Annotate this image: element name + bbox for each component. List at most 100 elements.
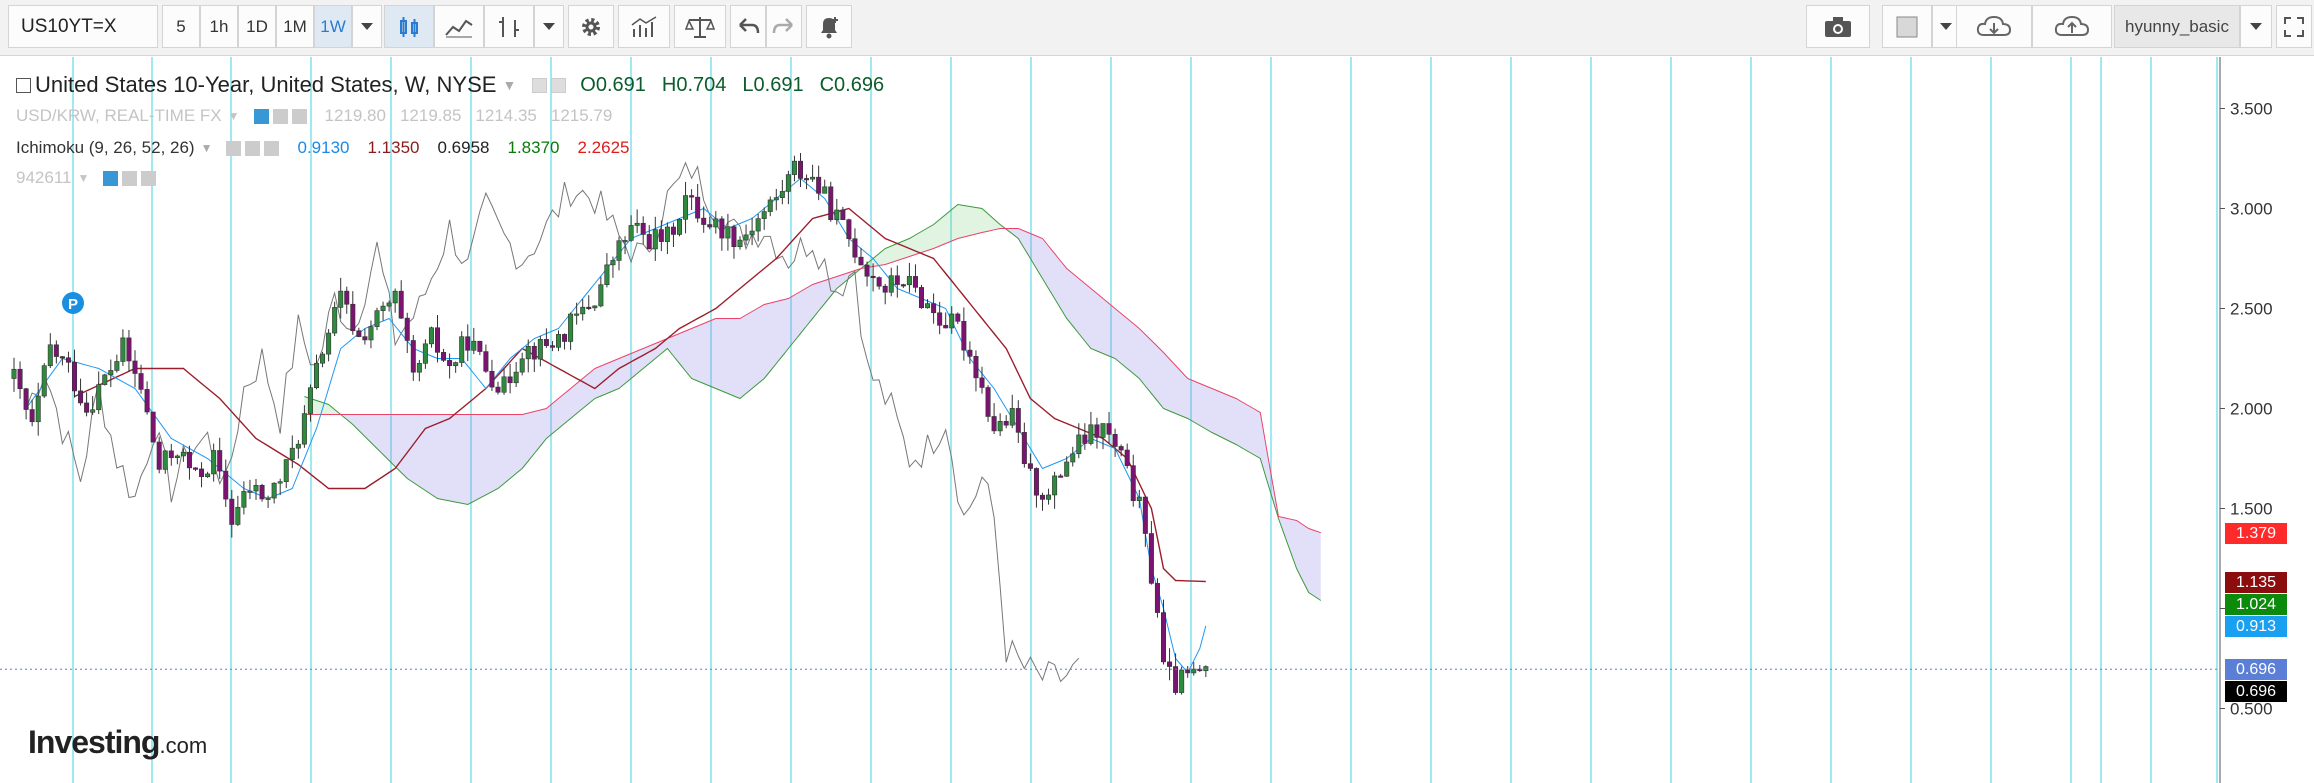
candle (864, 261, 870, 287)
candle (592, 305, 598, 312)
candle (628, 215, 634, 242)
save-chart-button[interactable] (2032, 5, 2112, 48)
interval-1d-button[interactable]: 1D (238, 5, 276, 48)
candle-body (495, 386, 501, 393)
bar-style-button[interactable] (484, 5, 534, 48)
redo-icon (772, 17, 793, 33)
candle (253, 478, 259, 500)
candle-body (749, 230, 755, 236)
user-dropdown-button[interactable] (2240, 5, 2272, 48)
close-icon[interactable] (291, 108, 307, 124)
visibility-icon[interactable] (253, 108, 269, 124)
candle-body (1118, 446, 1124, 451)
candle-body (1052, 475, 1058, 496)
chart-style-dropdown-button[interactable] (534, 5, 564, 48)
settings-icon[interactable] (245, 140, 261, 156)
interval-1h-button[interactable]: 1h (200, 5, 238, 48)
candle (773, 188, 779, 211)
candle (374, 307, 380, 331)
candle-body (459, 336, 465, 363)
interval-dropdown-button[interactable] (352, 5, 382, 48)
candle (53, 340, 59, 364)
candle-body (301, 413, 307, 445)
candle (326, 329, 332, 362)
close-icon[interactable] (141, 170, 157, 186)
candle (767, 196, 773, 217)
candle (1033, 467, 1039, 508)
interval-1m-button[interactable]: 1M (276, 5, 314, 48)
redo-button[interactable] (766, 5, 802, 48)
candle-body (229, 498, 235, 525)
chevron-down-icon (543, 23, 555, 30)
undo-button[interactable] (730, 5, 766, 48)
candle (985, 385, 991, 422)
investing-logo: Investing.com (28, 724, 208, 760)
candlestick-style-button[interactable] (384, 5, 434, 48)
compare-series-legend[interactable]: USD/KRW, REAL-TIME FX ▼ 1219.80 1219.85 … (16, 106, 612, 126)
candle (416, 360, 422, 382)
settings-icon[interactable] (122, 170, 138, 186)
compare-button[interactable] (674, 5, 726, 48)
candle-body (1185, 669, 1191, 674)
color-icon (1896, 16, 1918, 37)
candle (150, 411, 156, 443)
candle-body (447, 360, 453, 367)
chevron-down-icon[interactable]: ▼ (77, 171, 89, 185)
candle (664, 222, 670, 255)
candle-body (598, 284, 604, 307)
symbol-input[interactable]: US10YT=X (8, 5, 158, 48)
candle-body (289, 447, 295, 460)
interval-5-button[interactable]: 5 (162, 5, 200, 48)
fullscreen-button[interactable] (2276, 5, 2312, 48)
chevron-down-icon (1940, 23, 1952, 30)
screenshot-button[interactable] (1806, 5, 1870, 48)
candle (211, 443, 217, 482)
candle (931, 293, 937, 324)
indicators-button[interactable] (618, 5, 670, 48)
candle-body (876, 277, 882, 287)
candle-body (955, 313, 961, 322)
span-b-value: 2.2625 (577, 138, 630, 157)
candle-body (404, 317, 410, 341)
visibility-icon[interactable] (226, 140, 242, 156)
candle (991, 403, 997, 435)
candle-body (1106, 423, 1112, 435)
candle-body (453, 362, 459, 367)
visibility-icon[interactable] (532, 77, 548, 93)
candle-body (779, 191, 785, 198)
candle (453, 361, 459, 373)
candle-body (193, 467, 199, 470)
chevron-down-icon[interactable]: ▼ (201, 141, 213, 155)
candle-body (695, 196, 701, 219)
chevron-down-icon[interactable]: ▼ (502, 77, 516, 93)
candle (47, 333, 53, 369)
settings-icon[interactable] (551, 77, 567, 93)
interval-1w-button[interactable]: 1W (314, 5, 352, 48)
study-legend[interactable]: 942611 ▼ (16, 168, 160, 188)
close-icon[interactable] (264, 140, 280, 156)
candle (1124, 443, 1130, 469)
color-button[interactable] (1882, 5, 1932, 48)
user-menu-button[interactable]: hyunny_basic (2114, 5, 2240, 48)
candle (84, 392, 90, 417)
candle (380, 301, 386, 321)
candle-body (737, 239, 743, 247)
candle-body (29, 409, 35, 423)
chevron-down-icon[interactable]: ▼ (228, 109, 240, 123)
candle-body (658, 229, 664, 242)
line-style-button[interactable] (434, 5, 484, 48)
candle (949, 306, 955, 334)
candle-body (731, 226, 737, 247)
main-series-legend[interactable]: United States 10-Year, United States, W,… (16, 72, 884, 98)
visibility-icon[interactable] (103, 170, 119, 186)
candle-body (634, 222, 640, 226)
alert-button[interactable] (806, 5, 852, 48)
settings-icon[interactable] (272, 108, 288, 124)
ichimoku-legend[interactable]: Ichimoku (9, 26, 52, 26) ▼ 0.9130 1.1350… (16, 138, 629, 158)
settings-button[interactable] (568, 5, 614, 48)
candlestick-icon (400, 16, 418, 37)
collapse-legend-icon[interactable] (16, 77, 31, 93)
price-chart[interactable]: 3.5003.0002.5002.0001.5001.0000.500P (0, 57, 2314, 783)
candle-body (610, 260, 616, 266)
load-chart-button[interactable] (1956, 5, 2032, 48)
